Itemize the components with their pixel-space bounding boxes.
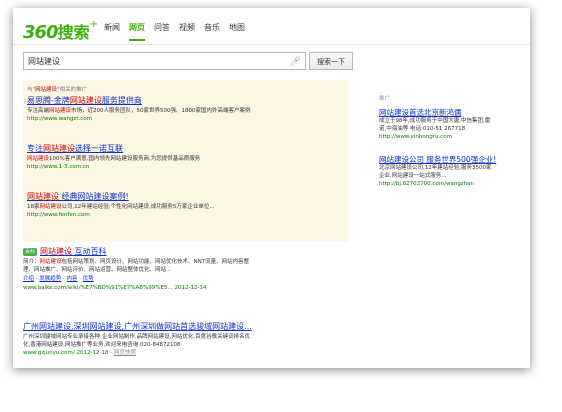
right-ad-title[interactable]: 网站建设首选北京新鸿儒 xyxy=(379,108,529,117)
right-ad-item: 网站建设首选北京新鸿儒 成立于98年,成功服务于中国大唐,中信集团,雷 诺,中海油… xyxy=(379,108,529,141)
result-url: www.gzjunyu.com/ 2012-12-18 - 网页快照 xyxy=(23,350,136,356)
search-button[interactable]: 搜索一下 xyxy=(309,52,353,70)
ad-item: 专注网站建设选择一诺互联 网站建设100%客户满意,国内领先网站建设服务商,为您… xyxy=(27,144,345,171)
ad-title[interactable]: 专注网站建设选择一诺互联 xyxy=(27,144,345,154)
ad-title[interactable]: 易思腾-金牌网站建设服务提供商 xyxy=(27,96,345,106)
logo-number: 360 xyxy=(23,22,59,43)
search-results-window: 360搜索+ 新闻 网页 问答 视频 音乐 地图 网站建设 🎤︎ 搜索一下 与"… xyxy=(13,8,530,368)
search-input[interactable]: 网站建设 🎤︎ xyxy=(23,52,306,70)
right-ads: 推广 网站建设首选北京新鸿儒 成立于98年,成功服务于中国大唐,中信集团,雷 诺,… xyxy=(379,94,529,188)
logo-plus: + xyxy=(89,19,98,30)
right-ads-header: 推广 xyxy=(379,96,391,102)
right-ad-description: 成立于98年,成功服务于中国大唐,中信集团,雷 诺,中海油等 电话:010-51 … xyxy=(379,118,491,132)
top-ads-block: 与"网站建设"相关的推广 易思腾-金牌网站建设服务提供商 专注高端网站建设市场，… xyxy=(23,80,349,242)
ad-url[interactable]: http://www.1-3.com.cn xyxy=(27,164,345,171)
sublink-trend[interactable]: 发展趋势 xyxy=(39,276,61,282)
result-title[interactable]: 百科 网站建设 互动百科 xyxy=(23,247,349,257)
microphone-icon[interactable]: 🎤︎ xyxy=(290,53,301,71)
ad-item: 易思腾-金牌网站建设服务提供商 专注高端网站建设市场，近200人服务团队，50家… xyxy=(27,96,345,123)
snapshot-link[interactable]: 网页快照 xyxy=(114,350,136,356)
nav-item-news[interactable]: 新闻 xyxy=(104,22,120,41)
sublink-intro[interactable]: 介绍 xyxy=(23,276,34,282)
right-ad-description: 北京网站建设公司,12年建站经验,服务3500家 企业,网站建设一站式服务... xyxy=(379,165,492,179)
ad-item: 网站建设 经典网站建设案例! 18家网站建设公司,12年建站经验;个性化网站建设… xyxy=(27,192,345,219)
sublink-content[interactable]: 内容 xyxy=(67,276,78,282)
nav-item-web[interactable]: 网页 xyxy=(129,22,145,41)
result-sublinks: 介绍 · 发展趋势 · 内容 · 优势 xyxy=(23,276,94,282)
result-gzjunyu: 广州网站建设,深圳网站建设,广州深圳做网站首选骏域网站建设... 广州深圳骏域网… xyxy=(23,322,349,357)
sublink-advantage[interactable]: 优势 xyxy=(83,276,94,282)
header-divider xyxy=(13,44,530,45)
result-description: 广州深圳骏域网站专业承接各种:企业网站制作,品牌网站建设,网站优化,百度谷歌关键… xyxy=(23,334,251,348)
baike-tag: 百科 xyxy=(23,247,38,256)
ad-description: 专注高端网站建设市场，近200人服务团队，50家世界500强、1800家国内外高… xyxy=(27,108,251,114)
ads-header: 与"网站建设"相关的推广 xyxy=(27,87,88,93)
nav-item-map[interactable]: 地图 xyxy=(229,22,245,41)
result-description: 简介：网站建设包括网站策划、网页设计、网站功能、网站优化技术、NNT流量、网站内… xyxy=(23,259,250,273)
ad-description: 网站建设100%客户满意,国内领先网站建设服务商,为您提供基品质服务 xyxy=(27,156,201,162)
right-ad-title[interactable]: 网站建设公司 服务世界500强企业! xyxy=(379,155,529,164)
ad-url[interactable]: http://www.wangzt.com xyxy=(27,116,345,123)
ad-url[interactable]: http://www.fenfen.com xyxy=(27,212,345,219)
nav-item-qa[interactable]: 问答 xyxy=(154,22,170,41)
result-title[interactable]: 广州网站建设,深圳网站建设,广州深圳做网站首选骏域网站建设... xyxy=(23,322,349,332)
right-ad-url[interactable]: http://bj.62702700.com/wangzhan xyxy=(379,181,529,188)
logo-text: 搜索 xyxy=(57,23,90,42)
right-ad-url[interactable]: http://www.xinhongru.com xyxy=(379,134,529,141)
ad-description: 18家网站建设公司,12年建站经验;个性化网站建设,成功服务5万家企业单位... xyxy=(27,204,215,210)
result-baike: 百科 网站建设 互动百科 简介：网站建设包括网站策划、网页设计、网站功能、网站优化… xyxy=(23,247,349,292)
logo[interactable]: 360搜索+ xyxy=(23,19,98,43)
nav-item-video[interactable]: 视频 xyxy=(179,22,195,41)
result-url[interactable]: www.baike.com/wiki/%E7%BD%91%E7%AB%99%E5… xyxy=(23,285,349,292)
right-ad-item: 网站建设公司 服务世界500强企业! 北京网站建设公司,12年建站经验,服务35… xyxy=(379,155,529,188)
search-query: 网站建设 xyxy=(28,57,60,66)
top-nav: 新闻 网页 问答 视频 音乐 地图 xyxy=(104,22,245,41)
ad-title[interactable]: 网站建设 经典网站建设案例! xyxy=(27,192,345,202)
nav-item-music[interactable]: 音乐 xyxy=(204,22,220,41)
